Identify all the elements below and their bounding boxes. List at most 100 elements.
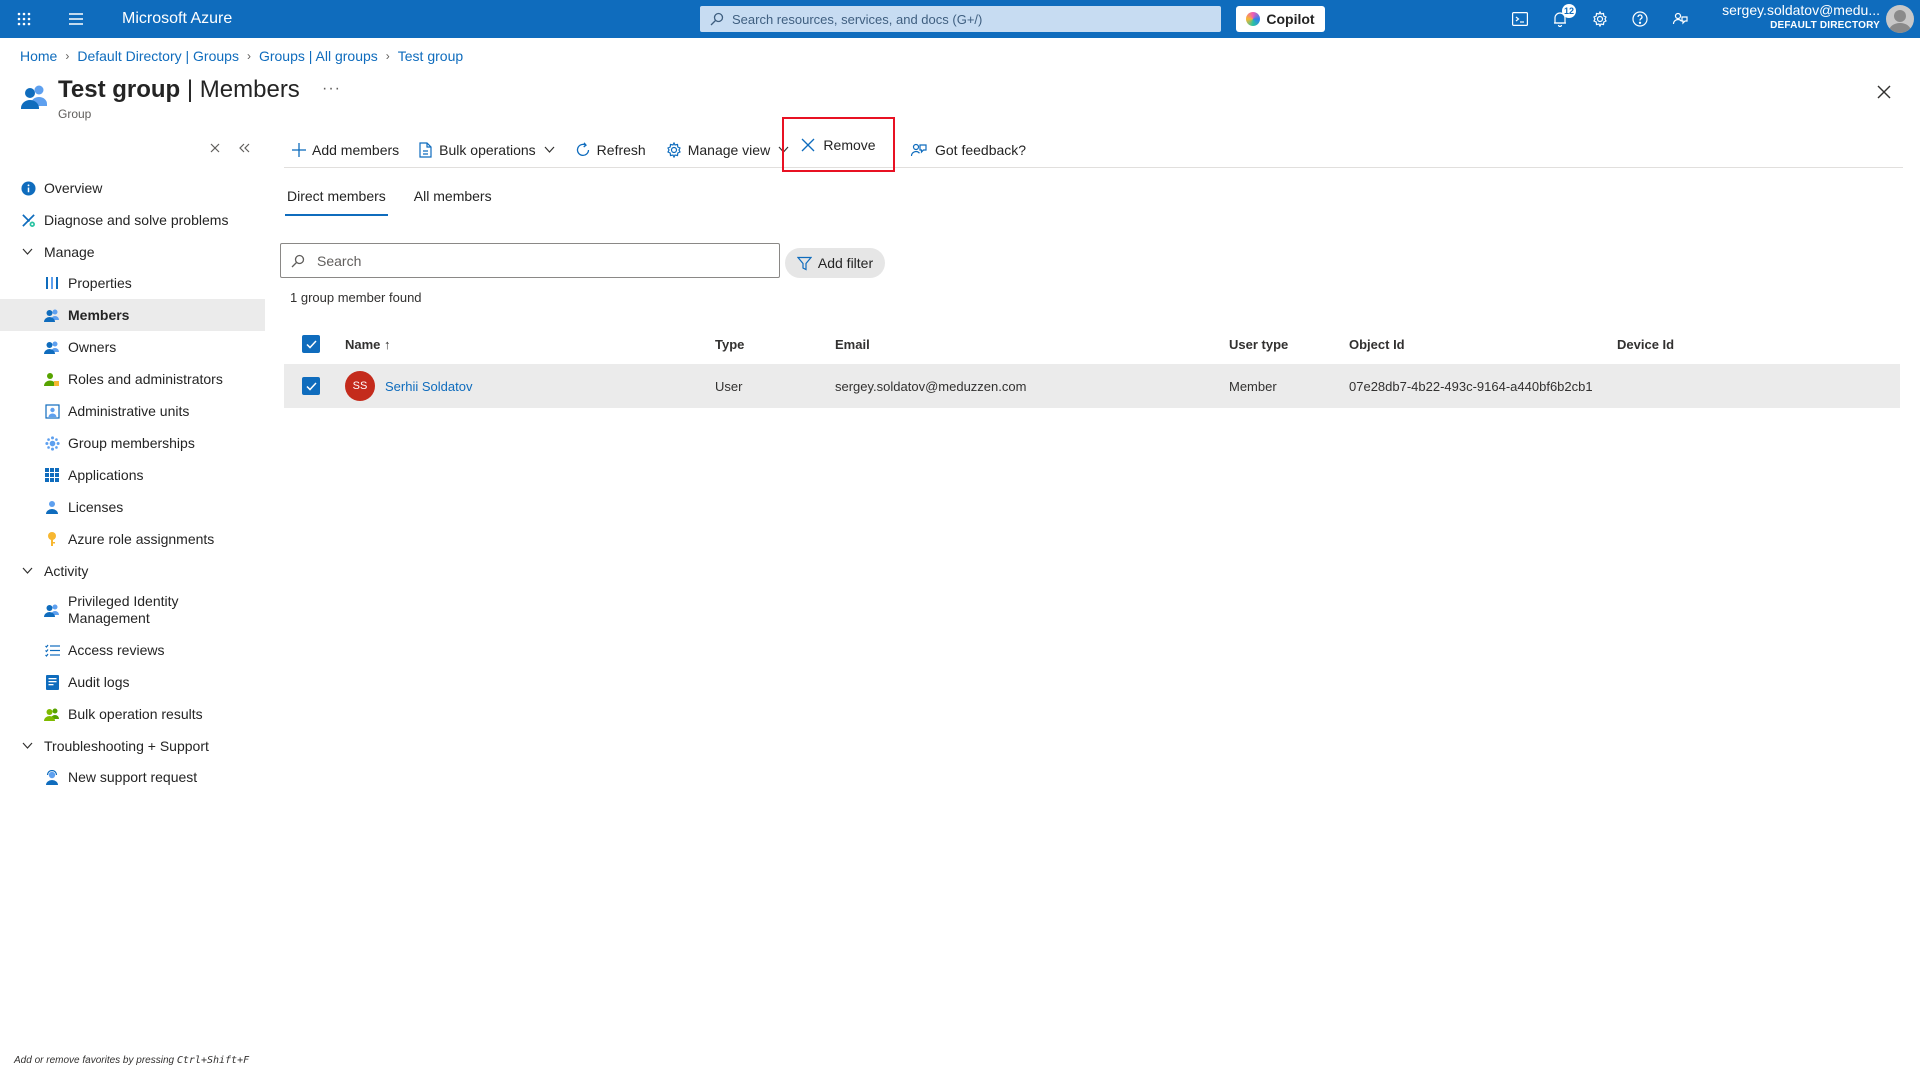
members-icon bbox=[44, 307, 60, 323]
favorites-hint: Add or remove favorites by pressing Ctrl… bbox=[14, 1055, 249, 1066]
got-feedback-button[interactable]: Got feedback? bbox=[910, 132, 1026, 168]
filter-icon bbox=[796, 256, 812, 270]
member-name-cell: SS Serhii Soldatov bbox=[345, 371, 715, 401]
nav-new-support-request[interactable]: New support request bbox=[0, 761, 265, 793]
help-icon[interactable] bbox=[1620, 0, 1660, 38]
select-all-cell bbox=[284, 335, 345, 353]
chevron-down-icon bbox=[544, 146, 555, 153]
member-name-link[interactable]: Serhii Soldatov bbox=[385, 379, 472, 394]
notifications-icon[interactable]: 12 bbox=[1540, 0, 1580, 38]
collapse-nav-icon[interactable] bbox=[238, 140, 250, 156]
member-search-placeholder: Search bbox=[317, 252, 362, 269]
breadcrumb-all-groups[interactable]: Groups | All groups bbox=[259, 48, 378, 64]
member-search-input[interactable]: Search bbox=[280, 243, 780, 278]
brand-title[interactable]: Microsoft Azure bbox=[122, 10, 232, 28]
gear-icon bbox=[666, 141, 682, 158]
cloud-shell-icon[interactable] bbox=[1500, 0, 1540, 38]
nav-audit-logs[interactable]: Audit logs bbox=[0, 666, 265, 698]
column-header-name[interactable]: Name ↑ bbox=[345, 337, 715, 352]
nav-owners-label: Owners bbox=[68, 339, 117, 355]
breadcrumb-test-group[interactable]: Test group bbox=[398, 48, 463, 64]
nav-members[interactable]: Members bbox=[0, 299, 265, 331]
row-checkbox[interactable] bbox=[302, 377, 320, 395]
add-filter-label: Add filter bbox=[817, 255, 874, 271]
add-filter-button[interactable]: Add filter bbox=[785, 248, 885, 278]
nav-admin-units[interactable]: Administrative units bbox=[0, 395, 265, 427]
nav-section-activity[interactable]: Activity bbox=[0, 555, 265, 586]
nav-owners[interactable]: Owners bbox=[0, 331, 265, 363]
refresh-button[interactable]: Refresh bbox=[567, 134, 654, 166]
page-subtitle: Group bbox=[58, 107, 92, 121]
select-all-checkbox[interactable] bbox=[302, 335, 320, 353]
copilot-label: Copilot bbox=[1266, 11, 1315, 27]
table-row[interactable]: SS Serhii Soldatov User sergey.soldatov@… bbox=[284, 364, 1900, 408]
nav-roles-admins[interactable]: Roles and administrators bbox=[0, 363, 265, 395]
nav-applications[interactable]: Applications bbox=[0, 459, 265, 491]
nav-section-manage[interactable]: Manage bbox=[0, 236, 265, 267]
account-directory: DEFAULT DIRECTORY bbox=[1770, 20, 1880, 32]
account-menu[interactable]: sergey.soldatov@medu... DEFAULT DIRECTOR… bbox=[1700, 2, 1880, 32]
group-memberships-icon bbox=[44, 435, 60, 451]
nav-section-troubleshooting[interactable]: Troubleshooting + Support bbox=[0, 730, 265, 761]
row-select-cell bbox=[284, 377, 345, 395]
manage-view-button[interactable]: Manage view bbox=[658, 134, 798, 166]
column-header-device-id[interactable]: Device Id bbox=[1617, 337, 1900, 352]
column-header-object-id[interactable]: Object Id bbox=[1349, 337, 1617, 352]
breadcrumb-separator-icon: › bbox=[246, 49, 251, 63]
properties-icon bbox=[44, 275, 60, 291]
add-members-button[interactable]: Add members bbox=[284, 134, 407, 166]
top-bar: Microsoft Azure Search resources, servic… bbox=[0, 0, 1920, 38]
close-blade-icon[interactable] bbox=[1874, 82, 1894, 102]
member-type-cell: User bbox=[715, 378, 743, 394]
settings-gear-icon[interactable] bbox=[1580, 0, 1620, 38]
chevron-down-icon bbox=[22, 246, 34, 258]
column-header-user-type[interactable]: User type bbox=[1229, 337, 1349, 352]
copilot-button[interactable]: Copilot bbox=[1236, 6, 1325, 32]
nav-properties[interactable]: Properties bbox=[0, 267, 265, 299]
user-avatar[interactable] bbox=[1886, 5, 1914, 33]
search-icon bbox=[710, 12, 724, 26]
nav-azure-role-assignments[interactable]: Azure role assignments bbox=[0, 523, 265, 555]
result-count: 1 group member found bbox=[290, 290, 422, 305]
page-title-group: Test group bbox=[58, 76, 181, 103]
checkmark-icon bbox=[305, 381, 317, 391]
breadcrumb-directory-groups[interactable]: Default Directory | Groups bbox=[77, 48, 239, 64]
nav-access-reviews-label: Access reviews bbox=[68, 642, 165, 658]
nav-access-reviews[interactable]: Access reviews bbox=[0, 634, 265, 666]
portal-menu-icon[interactable] bbox=[56, 0, 96, 38]
applications-grid-icon bbox=[44, 467, 60, 483]
more-options-icon[interactable]: ··· bbox=[322, 80, 341, 98]
app-launcher-icon[interactable] bbox=[4, 0, 44, 38]
column-header-email[interactable]: Email bbox=[835, 337, 1229, 352]
remove-label: Remove bbox=[823, 136, 876, 153]
nav-diagnose[interactable]: Diagnose and solve problems bbox=[0, 204, 265, 236]
chevron-down-icon bbox=[22, 740, 34, 752]
nav-overview[interactable]: Overview bbox=[0, 172, 265, 204]
nav-licenses[interactable]: Licenses bbox=[0, 491, 265, 523]
search-icon bbox=[291, 254, 305, 267]
feedback-icon[interactable] bbox=[1660, 0, 1700, 38]
nav-licenses-label: Licenses bbox=[68, 499, 124, 515]
licenses-icon bbox=[44, 499, 60, 515]
global-search-input[interactable]: Search resources, services, and docs (G+… bbox=[700, 6, 1221, 32]
tab-direct-members[interactable]: Direct members bbox=[285, 184, 388, 216]
wrench-icon bbox=[20, 212, 36, 228]
nav-pim[interactable]: Privileged Identity Management bbox=[0, 586, 265, 634]
clear-nav-search-icon[interactable] bbox=[210, 140, 220, 156]
bulk-operations-label: Bulk operations bbox=[439, 141, 536, 158]
nav-admin-units-label: Administrative units bbox=[68, 403, 190, 419]
refresh-label: Refresh bbox=[596, 141, 646, 158]
nav-bulk-operation-results[interactable]: Bulk operation results bbox=[0, 698, 265, 730]
column-header-type[interactable]: Type bbox=[715, 337, 835, 352]
tab-all-members[interactable]: All members bbox=[412, 184, 494, 216]
notification-badge: 12 bbox=[1562, 4, 1576, 18]
remove-button[interactable]: Remove bbox=[782, 117, 895, 172]
nav-properties-label: Properties bbox=[68, 275, 132, 291]
table-header: Name ↑ Type Email User type Object Id De… bbox=[284, 324, 1900, 364]
bulk-operations-button[interactable]: Bulk operations bbox=[411, 134, 563, 166]
owners-icon bbox=[44, 339, 60, 355]
breadcrumb-home[interactable]: Home bbox=[20, 48, 57, 64]
member-user-type-cell: Member bbox=[1229, 378, 1277, 394]
got-feedback-label: Got feedback? bbox=[935, 142, 1027, 158]
nav-group-memberships[interactable]: Group memberships bbox=[0, 427, 265, 459]
